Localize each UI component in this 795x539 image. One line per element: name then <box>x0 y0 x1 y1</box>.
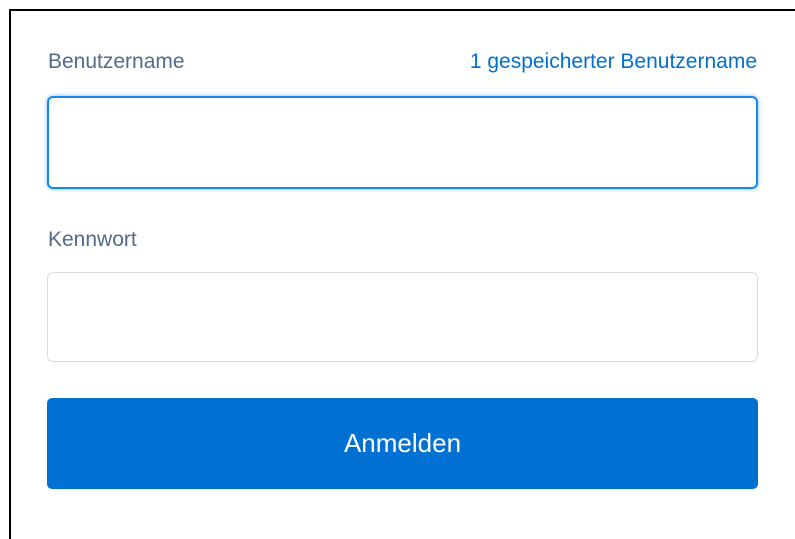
login-button-label: Anmelden <box>343 428 462 458</box>
username-label: Benutzername <box>48 50 185 73</box>
username-input[interactable] <box>47 96 758 189</box>
login-button[interactable]: Anmelden <box>47 398 758 489</box>
saved-usernames-link[interactable]: 1 gespeicherter Benutzername <box>470 49 757 75</box>
password-label: Kennwort <box>48 228 137 251</box>
password-input[interactable] <box>47 272 758 362</box>
